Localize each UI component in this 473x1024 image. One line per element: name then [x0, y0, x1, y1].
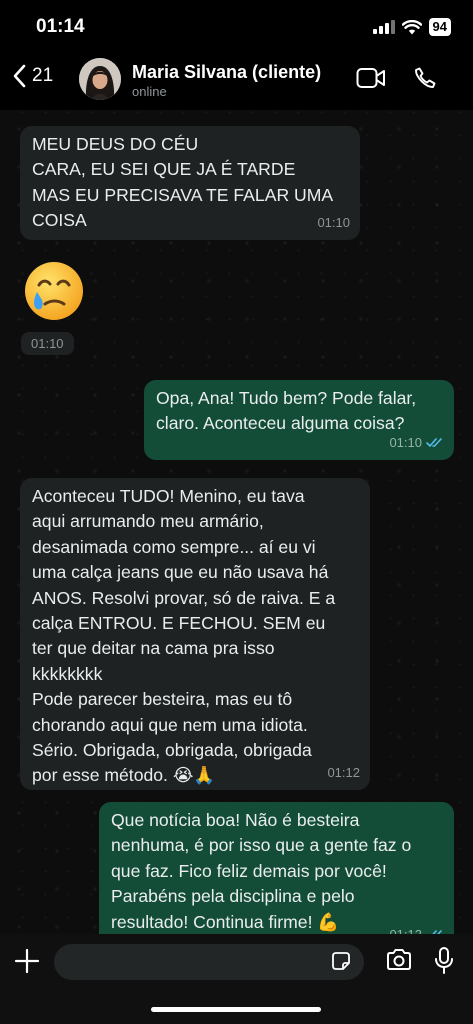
message-text-line: Aconteceu TUDO! Menino, eu tava [32, 486, 305, 506]
status-icons: 94 [372, 18, 451, 36]
message-time: 01:13 [389, 922, 422, 934]
contact-status: online [132, 84, 167, 99]
avatar[interactable] [79, 58, 121, 100]
status-time: 01:14 [36, 16, 85, 37]
message-meta: 01:13 [389, 922, 444, 934]
sticker-icon[interactable] [330, 950, 352, 972]
message-text-line: por esse método. 😭🙏 [32, 765, 216, 786]
message-text-line: CARA, EU SEI QUE JA É TARDE [32, 159, 296, 180]
message-meta: 01:10 [317, 210, 350, 235]
message-text-line: MAS EU PRECISAVA TE FALAR UMA [32, 184, 334, 205]
message-text-line: chorando aqui que nem uma idiota. [32, 714, 308, 735]
message-time: 01:12 [327, 764, 360, 780]
message-text-line: uma calça jeans que eu não usava há [32, 562, 329, 583]
crying-face-emoji-icon[interactable] [22, 259, 86, 323]
message-text-line: kkkkkkkk [32, 663, 103, 684]
video-call-icon[interactable] [356, 67, 386, 89]
message-text-line: calça ENTROU. E FECHOU. SEM eu [32, 613, 326, 634]
message-time: 01:10 [389, 434, 422, 450]
contact-name[interactable]: Maria Silvana (cliente) [132, 62, 321, 83]
unread-count: 21 [32, 65, 54, 86]
message-incoming[interactable]: MEU DEUS DO CÉU CARA, EU SEI QUE JA É TA… [20, 126, 360, 240]
message-text-line: Pode parecer besteira, mas eu tô [32, 689, 293, 710]
status-bar: 01:14 94 [0, 0, 473, 52]
camera-icon[interactable] [385, 948, 413, 972]
message-text-line: ter que deitar na cama pra isso [32, 638, 275, 659]
message-time: 01:10 [317, 214, 350, 230]
message-text-line: nenhuma, é por isso que a gente faz o [111, 835, 412, 856]
message-meta: 01:12 [327, 760, 360, 785]
message-outgoing[interactable]: Que notícia boa! Não é besteira nenhuma,… [99, 802, 454, 934]
message-text-line: MEU DEUS DO CÉU [32, 134, 199, 154]
message-outgoing[interactable]: Opa, Ana! Tudo bem? Pode falar, claro. A… [144, 380, 454, 460]
message-text-line: Parabéns pela disciplina e pelo [111, 886, 355, 907]
message-input[interactable] [54, 944, 364, 980]
battery-icon: 94 [428, 18, 451, 36]
chat-area[interactable]: MEU DEUS DO CÉU CARA, EU SEI QUE JA É TA… [0, 110, 473, 934]
phone-icon[interactable] [413, 66, 437, 90]
microphone-icon[interactable] [433, 946, 455, 976]
home-indicator[interactable] [151, 1007, 321, 1012]
message-meta: 01:10 [389, 430, 444, 455]
message-text-line: ANOS. Resolvi provar, só de raiva. E a [32, 587, 336, 608]
cellular-signal-icon [372, 20, 395, 34]
message-text-line: Que notícia boa! Não é besteira [111, 810, 360, 830]
wifi-icon [401, 19, 422, 34]
double-check-read-icon [426, 437, 442, 447]
message-text-line: COISA [32, 210, 87, 231]
message-time: 01:10 [21, 332, 74, 355]
back-button[interactable]: 21 [12, 64, 53, 88]
message-text-line: que faz. Fico feliz demais por você! [111, 860, 387, 881]
message-text-line: Opa, Ana! Tudo bem? Pode falar, [156, 388, 417, 408]
chevron-left-icon [13, 64, 26, 88]
message-text-line: aqui arrumando meu armário, [32, 511, 264, 532]
message-text-line: desanimada como sempre... aí eu vi [32, 536, 316, 557]
message-incoming[interactable]: Aconteceu TUDO! Menino, eu tava aqui arr… [20, 478, 370, 790]
chat-header: 21 Maria Silvana (cliente) online [0, 52, 473, 110]
plus-icon[interactable] [14, 948, 40, 974]
message-text-line: Sério. Obrigada, obrigada, obrigada [32, 740, 312, 761]
